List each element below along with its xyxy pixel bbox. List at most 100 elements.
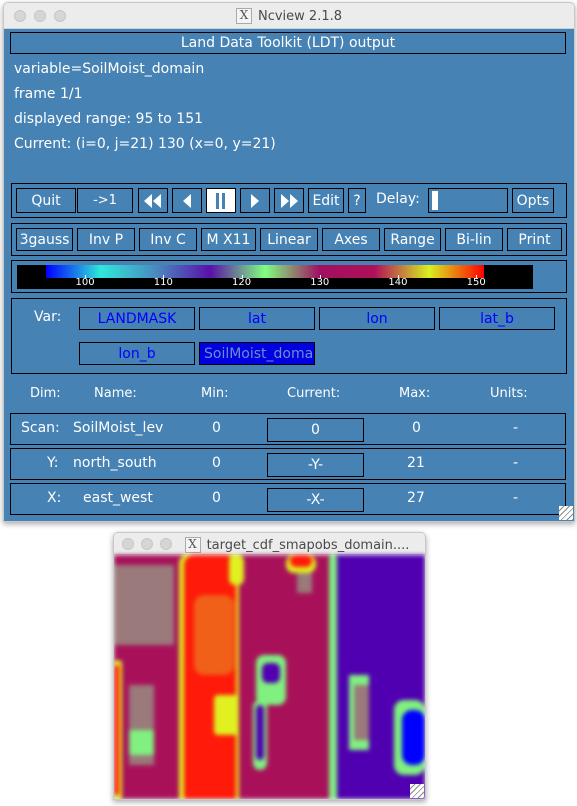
option-button-3gauss[interactable]: 3gauss [16, 228, 73, 251]
opts-button[interactable]: Opts [512, 188, 554, 213]
image-minimize-button[interactable] [141, 538, 153, 550]
edit-button[interactable]: Edit [308, 188, 344, 213]
var-button-lon[interactable]: lon [319, 307, 435, 330]
fast-forward-button[interactable] [274, 188, 304, 213]
help-button[interactable]: ? [348, 188, 366, 213]
dim-units: - [513, 490, 519, 506]
variable-info: variable=SoilMoist_domain [14, 61, 205, 77]
colorbar-tick-label: 140 [388, 277, 408, 288]
dim-units: - [513, 455, 519, 471]
heatmap-region [194, 595, 234, 675]
dim-min: 0 [212, 455, 221, 471]
dim-max: 27 [407, 490, 425, 506]
min-header: Min: [201, 386, 229, 401]
heatmap-region [262, 663, 280, 683]
var-button-lon-b[interactable]: lon_b [79, 342, 195, 365]
var-button-lat-b[interactable]: lat_b [439, 307, 555, 330]
dim-row-y: Y: north_south 0 -Y- 21 - [10, 448, 566, 480]
dim-max: 0 [412, 420, 421, 436]
heatmap-region [256, 705, 264, 760]
option-button-range[interactable]: Range [384, 228, 441, 251]
header-title-box: Land Data Toolkit (LDT) output [10, 32, 566, 54]
heatmap-region [114, 565, 174, 645]
current-info: Current: (i=0, j=21) 130 (x=0, y=21) [14, 136, 276, 152]
dim-units: - [513, 420, 519, 436]
image-resize-grip[interactable] [410, 784, 424, 798]
dim-label: Y: [47, 455, 59, 471]
heatmap-region [402, 710, 425, 765]
colorbar-tick-label: 150 [466, 277, 486, 288]
delay-slider[interactable] [428, 188, 508, 213]
dim-header: Dim: [30, 386, 61, 401]
delay-slider-thumb[interactable] [432, 191, 438, 210]
step-back-icon [183, 193, 191, 208]
var-button-lat[interactable]: lat [199, 307, 315, 330]
image-title-bar[interactable]: X target_cdf_smapobs_domain.... [114, 533, 425, 555]
dim-min: 0 [212, 420, 221, 436]
option-button-inv-p[interactable]: Inv P [77, 228, 135, 251]
frame-info: frame 1/1 [14, 86, 83, 102]
image-window-title: target_cdf_smapobs_domain.... [206, 537, 410, 553]
heatmap-region [229, 555, 244, 585]
option-button-axes[interactable]: Axes [322, 228, 380, 251]
var-button-soilmoist-domain[interactable]: SoilMoist_doma [199, 342, 315, 365]
colorbar-tick-label: 130 [310, 277, 330, 288]
option-button-linear[interactable]: Linear [260, 228, 318, 251]
colorbar[interactable] [46, 265, 484, 278]
var-label: Var: [34, 309, 62, 325]
data-image[interactable] [114, 555, 425, 799]
option-button-print[interactable]: Print [507, 228, 562, 251]
dim-label: X: [47, 490, 62, 506]
pause-button[interactable] [206, 188, 236, 213]
heatmap-region [214, 695, 239, 735]
range-info: displayed range: 95 to 151 [14, 111, 204, 127]
fast-rewind-button[interactable] [138, 188, 168, 213]
dim-max: 21 [407, 455, 425, 471]
dim-label: Scan: [21, 420, 60, 436]
image-close-button[interactable] [122, 538, 134, 550]
fast-rewind-icon [144, 193, 161, 208]
heatmap-region [354, 685, 369, 740]
option-button-m-x11[interactable]: M X11 [201, 228, 256, 251]
quit-button[interactable]: Quit [16, 188, 76, 213]
title-bar[interactable]: X Ncview 2.1.8 [4, 3, 574, 29]
dim-row-scan: Scan: SoilMoist_lev 0 0 0 - [10, 413, 566, 445]
step-forward-button[interactable] [240, 188, 270, 213]
maximize-window-button[interactable] [54, 10, 66, 22]
resize-grip[interactable] [559, 506, 573, 520]
step-forward-icon [251, 193, 259, 208]
to-first-frame-button[interactable]: ->1 [77, 188, 133, 213]
x11-icon: X [184, 537, 201, 553]
delay-label: Delay: [376, 191, 420, 207]
heatmap-region [329, 555, 337, 799]
heatmap-region [184, 555, 236, 799]
dim-name: SoilMoist_lev [73, 420, 164, 436]
units-header: Units: [490, 386, 528, 401]
ncview-client-area: Land Data Toolkit (LDT) output variable=… [4, 29, 574, 521]
header-title: Land Data Toolkit (LDT) output [180, 35, 396, 51]
dim-min: 0 [212, 490, 221, 506]
fast-forward-icon [281, 193, 298, 208]
name-header: Name: [94, 386, 137, 401]
dim-row-x: X: east_west 0 -X- 27 - [10, 483, 566, 515]
pause-icon [216, 192, 225, 209]
dim-name: east_west [83, 490, 153, 506]
window-title: Ncview 2.1.8 [257, 8, 343, 24]
image-window: X target_cdf_smapobs_domain.... [113, 532, 426, 800]
close-window-button[interactable] [14, 10, 26, 22]
image-maximize-button[interactable] [160, 538, 172, 550]
heatmap-region [114, 665, 119, 795]
colorbar-tick-label: 100 [75, 277, 95, 288]
dim-name: north_south [73, 455, 157, 471]
minimize-window-button[interactable] [34, 10, 46, 22]
var-button-landmask[interactable]: LANDMASK [79, 307, 195, 330]
dim-current-button[interactable]: -X- [267, 488, 364, 512]
max-header: Max: [399, 386, 431, 401]
dim-current-button[interactable]: 0 [267, 418, 364, 442]
option-button-bi-lin[interactable]: Bi-lin [445, 228, 503, 251]
option-button-inv-c[interactable]: Inv C [139, 228, 197, 251]
heatmap-region [129, 730, 154, 755]
dim-current-button[interactable]: -Y- [267, 453, 364, 477]
step-back-button[interactable] [172, 188, 202, 213]
current-header: Current: [287, 386, 341, 401]
